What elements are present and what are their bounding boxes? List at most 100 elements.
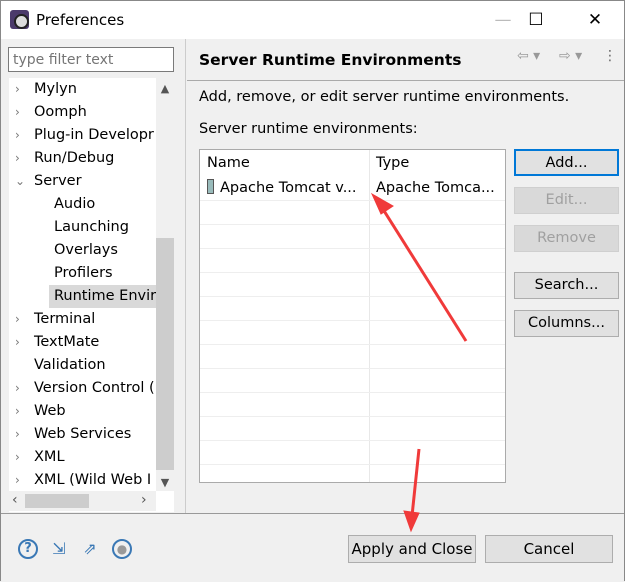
chevron-right-icon[interactable]: › [15, 400, 20, 423]
dialog-footer: ? ⇲ ⇗ ● Apply and Close Cancel [1, 513, 624, 581]
tree-item[interactable]: Runtime Envir [49, 285, 156, 308]
tree-item-label: TextMate [34, 334, 100, 350]
tree-item-label: Version Control ( [34, 380, 155, 396]
tree-item[interactable]: › Mylyn [9, 78, 156, 101]
chevron-right-icon[interactable]: › [15, 101, 20, 124]
scroll-down-icon[interactable]: ▼ [156, 476, 174, 489]
tree-item[interactable]: ⌄ Server [9, 170, 156, 193]
tree-item[interactable]: › Terminal [9, 308, 156, 331]
scroll-up-icon[interactable]: ▲ [156, 82, 174, 95]
chevron-right-icon[interactable]: › [15, 331, 20, 354]
forward-icon[interactable]: ⇨ ▾ [559, 48, 582, 64]
tree-item-label: XML (Wild Web I [34, 472, 152, 488]
title-bar: Preferences — ☐ ✕ [1, 1, 624, 39]
tree-item-label: Web Services [34, 426, 132, 442]
tree-item-label: Runtime Envir [54, 288, 157, 304]
row-divider [200, 248, 505, 249]
tree-item-label: Plug-in Developr [34, 127, 154, 143]
row-divider [200, 320, 505, 321]
header-divider [187, 80, 624, 81]
chevron-down-icon[interactable]: ⌄ [15, 170, 25, 193]
edit-button[interactable]: Edit... [514, 187, 619, 214]
menu-icon[interactable]: ⋮ [603, 48, 617, 64]
row-divider [200, 296, 505, 297]
tree-item[interactable]: Audio [9, 193, 156, 216]
tree-item-label: Terminal [34, 311, 96, 327]
import-icon[interactable]: ⇲ [49, 539, 69, 559]
page-description: Add, remove, or edit server runtime envi… [199, 89, 570, 105]
tree-item[interactable]: Profilers [9, 262, 156, 285]
record-icon[interactable]: ● [112, 539, 132, 559]
tree-item-label: Audio [54, 196, 96, 212]
tree-item-label: Launching [54, 219, 129, 235]
tree-item-label: Validation [34, 357, 106, 373]
list-label: Server runtime environments: [199, 121, 418, 137]
vertical-scroll-thumb[interactable] [156, 238, 174, 470]
tree-item-label: Profilers [54, 265, 113, 281]
row-divider [200, 440, 505, 441]
close-button[interactable]: ✕ [575, 7, 615, 33]
row-divider [200, 224, 505, 225]
search-button[interactable]: Search... [514, 272, 619, 299]
tree-item[interactable]: › Web [9, 400, 156, 423]
tree-item[interactable]: › Version Control ( [9, 377, 156, 400]
chevron-right-icon[interactable]: › [15, 446, 20, 469]
tree-item[interactable]: › Run/Debug [9, 147, 156, 170]
filter-input[interactable] [8, 47, 174, 72]
preferences-tree: › XML (Wild Web I › XML › Web Services › Web › Ve… [9, 78, 174, 512]
chevron-right-icon[interactable]: › [15, 469, 20, 492]
tree-item-label: Oomph [34, 104, 87, 120]
tree-item-label: XML [34, 449, 65, 465]
chevron-right-icon[interactable]: › [15, 78, 20, 101]
chevron-right-icon[interactable]: › [15, 147, 20, 170]
tree-item-label: Run/Debug [34, 150, 115, 166]
preference-page: Server Runtime Environments ⇦ ▾ ⇨ ▾ ⋮ Ad… [187, 39, 624, 513]
tree-item[interactable]: Launching [9, 216, 156, 239]
column-header-name[interactable]: Name [200, 150, 250, 176]
tree-item[interactable]: › TextMate [9, 331, 156, 354]
tree-item-label: Overlays [54, 242, 118, 258]
scroll-right-icon[interactable]: › [141, 492, 147, 508]
tree-item-label: Web [34, 403, 66, 419]
tree-item[interactable]: › Plug-in Developr [9, 124, 156, 147]
runtime-name: Apache Tomcat v... [220, 180, 357, 196]
row-divider [200, 368, 505, 369]
horizontal-scroll-thumb[interactable] [25, 494, 89, 508]
tree-item[interactable]: › XML [9, 446, 156, 469]
column-header-type[interactable]: Type [369, 150, 409, 176]
page-title: Server Runtime Environments [199, 51, 462, 69]
horizontal-scrollbar[interactable]: ‹ › [9, 491, 156, 511]
server-icon [207, 179, 214, 194]
back-icon[interactable]: ⇦ ▾ [517, 48, 540, 64]
preferences-window: Preferences — ☐ ✕ › XML (Wild Web I › XML › W… [0, 0, 625, 581]
preferences-nav: › XML (Wild Web I › XML › Web Services › Web › Ve… [1, 39, 186, 513]
runtime-table[interactable]: Name Type Apache Tomcat v... Apache Tomc… [199, 149, 506, 483]
add-button[interactable]: Add... [514, 149, 619, 176]
row-divider [200, 272, 505, 273]
export-icon[interactable]: ⇗ [80, 539, 100, 559]
row-divider [200, 416, 505, 417]
chevron-right-icon[interactable]: › [15, 308, 20, 331]
row-divider [200, 464, 505, 465]
columns-button[interactable]: Columns... [514, 310, 619, 337]
chevron-right-icon[interactable]: › [15, 124, 20, 147]
tree-item-label: Server [34, 173, 82, 189]
tree-item[interactable]: Validation [9, 354, 156, 377]
tree-item[interactable]: › XML (Wild Web I [9, 469, 156, 492]
maximize-button[interactable]: ☐ [516, 7, 556, 33]
tree-item[interactable]: › Web Services [9, 423, 156, 446]
runtime-type: Apache Tomca... [376, 180, 495, 196]
row-divider [200, 344, 505, 345]
cancel-button[interactable]: Cancel [485, 535, 613, 563]
scroll-left-icon[interactable]: ‹ [12, 492, 18, 508]
remove-button[interactable]: Remove [514, 225, 619, 252]
tree-item[interactable]: Overlays [9, 239, 156, 262]
chevron-right-icon[interactable]: › [15, 377, 20, 400]
tree-item[interactable]: › Oomph [9, 101, 156, 124]
row-divider [200, 200, 505, 201]
help-icon[interactable]: ? [18, 539, 38, 559]
apply-and-close-button[interactable]: Apply and Close [348, 535, 476, 563]
tree-item-label: Mylyn [34, 81, 77, 97]
chevron-right-icon[interactable]: › [15, 423, 20, 446]
window-title: Preferences [36, 11, 125, 29]
